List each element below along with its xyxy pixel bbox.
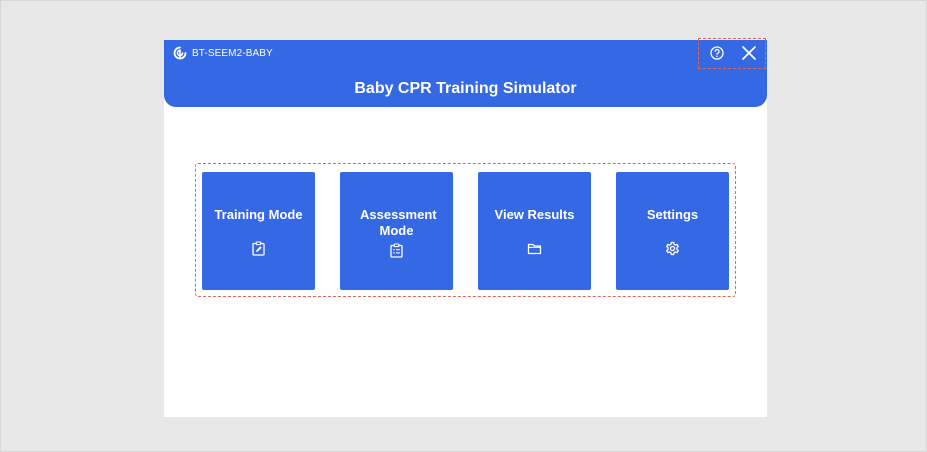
assessment-mode-button[interactable]: Assessment Mode <box>340 172 453 290</box>
window-controls <box>698 38 766 69</box>
tile-label: Assessment Mode <box>360 207 437 238</box>
app-header: BT-SEEM2-BABY Baby CPR Training Simulato… <box>164 38 767 107</box>
clipboard-list-icon <box>390 243 403 258</box>
gear-icon <box>666 241 679 256</box>
screen-background: BT-SEEM2-BABY Baby CPR Training Simulato… <box>0 0 927 452</box>
view-results-button[interactable]: View Results <box>478 172 591 290</box>
tile-label: Settings <box>646 207 699 222</box>
mode-selection-group: Training Mode Assessment Mode View Resul… <box>195 163 736 297</box>
settings-button[interactable]: Settings <box>616 172 729 290</box>
training-mode-button[interactable]: Training Mode <box>202 172 315 290</box>
close-icon <box>742 46 756 60</box>
brand-name: BT-SEEM2-BABY <box>192 47 273 59</box>
app-window: BT-SEEM2-BABY Baby CPR Training Simulato… <box>164 38 767 417</box>
folder-icon <box>527 243 542 255</box>
help-button[interactable] <box>707 43 727 63</box>
close-button[interactable] <box>739 43 759 63</box>
tile-label: Training Mode <box>214 207 303 222</box>
page-title: Baby CPR Training Simulator <box>354 80 577 97</box>
clipboard-edit-icon <box>252 241 265 256</box>
brand: BT-SEEM2-BABY <box>173 45 273 61</box>
help-circle-icon <box>710 46 724 60</box>
tile-label: View Results <box>494 207 575 222</box>
brand-logo-icon <box>173 46 187 60</box>
